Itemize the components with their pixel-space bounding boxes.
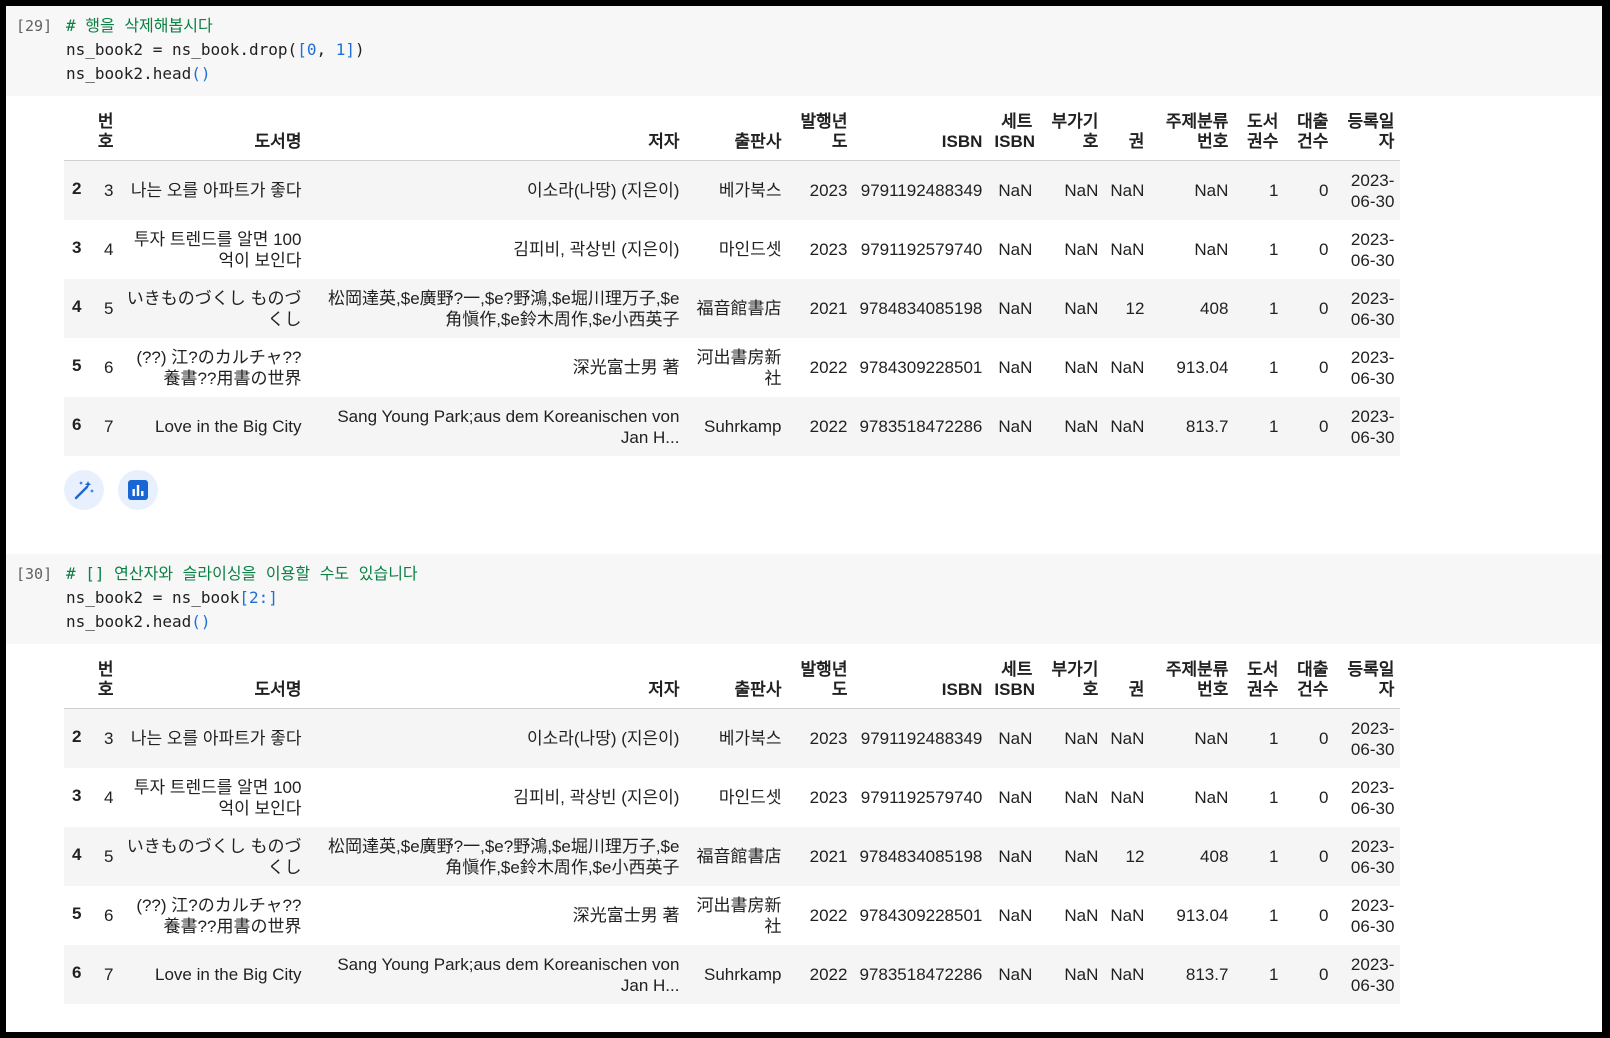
column-header: 도서명: [119, 656, 308, 709]
column-header: 출판사: [685, 656, 788, 709]
code-line: ns_book2 = ns_book.drop([0, 1]): [66, 40, 365, 59]
table-row: 3 4 투자 트렌드를 알면 100억이 보인다 김피비, 곽상빈 (지은이) …: [72, 777, 1395, 818]
column-header: 주제분류번호: [1150, 656, 1235, 709]
table-row: 3 4 투자 트렌드를 알면 100억이 보인다 김피비, 곽상빈 (지은이) …: [72, 229, 1395, 270]
column-header: 주제분류번호: [1150, 108, 1235, 161]
dataframe-table: 번호 도서명 저자 출판사 발행년도 ISBN 세트 ISBN 부가기호 권 주…: [64, 656, 1401, 1004]
execution-count: [29]: [16, 17, 53, 35]
column-header: 세트 ISBN: [988, 108, 1039, 161]
column-header: 대출건수: [1284, 108, 1335, 161]
index-header: [64, 108, 88, 161]
column-header: 도서권수: [1234, 656, 1285, 709]
column-header: 저자: [307, 108, 686, 161]
cell-input[interactable]: [30] # [] 연산자와 슬라이싱을 이용할 수도 있습니다 ns_book…: [6, 554, 1602, 644]
column-header: 권: [1104, 108, 1151, 161]
dataframe-table: 번호 도서명 저자 출판사 발행년도 ISBN 세트 ISBN 부가기호 권 주…: [64, 108, 1401, 456]
column-header: 번호: [87, 108, 120, 161]
table-row: 6 7 Love in the Big City Sang Young Park…: [64, 397, 1401, 456]
table-row: 2 3 나는 오를 아파트가 좋다 이소라(나땅) (지은이) 베가북스 202…: [64, 708, 1401, 768]
execution-count: [30]: [16, 565, 53, 583]
column-header: 번호: [87, 656, 120, 709]
code-comment: # [] 연산자와 슬라이싱을 이용할 수도 있습니다: [66, 564, 418, 583]
column-header: 권: [1104, 656, 1151, 709]
column-header: ISBN: [853, 108, 989, 161]
column-header: 부가기호: [1038, 656, 1105, 709]
notebook: [29] # 행을 삭제해봅시다 ns_book2 = ns_book.drop…: [6, 6, 1602, 1032]
column-header: 등록일자: [1334, 656, 1401, 709]
column-header: 도서권수: [1234, 108, 1285, 161]
cell-output: 번호 도서명 저자 출판사 발행년도 ISBN 세트 ISBN 부가기호 권 주…: [6, 644, 1602, 1004]
table-row: 4 5 いきものづくし ものづくし 松岡達英,$e廣野?一,$e?野鴻,$e堀川…: [64, 279, 1401, 338]
code-line: ns_book2.head(): [66, 612, 211, 631]
code-line: ns_book2.head(): [66, 64, 211, 83]
column-header: 발행년도: [787, 656, 854, 709]
column-header: 저자: [307, 656, 686, 709]
column-header: ISBN: [853, 656, 989, 709]
magic-wand-icon[interactable]: [64, 470, 104, 510]
column-header: 세트 ISBN: [988, 656, 1039, 709]
index-header: [64, 656, 88, 709]
bar-chart-icon[interactable]: [118, 470, 158, 510]
table-row: 2 3 나는 오를 아파트가 좋다 이소라(나땅) (지은이) 베가북스 202…: [64, 160, 1401, 220]
table-header: 번호 도서명 저자 출판사 발행년도 ISBN 세트 ISBN 부가기호 권 주…: [64, 108, 1401, 161]
code-comment: # 행을 삭제해봅시다: [66, 16, 213, 35]
output-actions: [6, 456, 1602, 514]
column-header: 부가기호: [1038, 108, 1105, 161]
code-cell-29[interactable]: [29] # 행을 삭제해봅시다 ns_book2 = ns_book.drop…: [6, 6, 1602, 514]
column-header: 등록일자: [1334, 108, 1401, 161]
column-header: 출판사: [685, 108, 788, 161]
table-row: 6 7 Love in the Big City Sang Young Park…: [64, 945, 1401, 1004]
table-row: 4 5 いきものづくし ものづくし 松岡達英,$e廣野?一,$e?野鴻,$e堀川…: [64, 827, 1401, 886]
table-header: 번호 도서명 저자 출판사 발행년도 ISBN 세트 ISBN 부가기호 권 주…: [64, 656, 1401, 709]
cell-input[interactable]: [29] # 행을 삭제해봅시다 ns_book2 = ns_book.drop…: [6, 6, 1602, 96]
column-header: 대출건수: [1284, 656, 1335, 709]
cell-output: 번호 도서명 저자 출판사 발행년도 ISBN 세트 ISBN 부가기호 권 주…: [6, 96, 1602, 456]
code-line: ns_book2 = ns_book[2:]: [66, 588, 278, 607]
table-row: 5 6 (??) 江?のカルチャ??養書??用書の世界 深光富士男 著 河出書房…: [72, 895, 1395, 936]
code-cell-30[interactable]: [30] # [] 연산자와 슬라이싱을 이용할 수도 있습니다 ns_book…: [6, 554, 1602, 1004]
column-header: 도서명: [119, 108, 308, 161]
table-row: 5 6 (??) 江?のカルチャ??養書??用書の世界 深光富士男 著 河出書房…: [72, 347, 1395, 388]
column-header: 발행년도: [787, 108, 854, 161]
